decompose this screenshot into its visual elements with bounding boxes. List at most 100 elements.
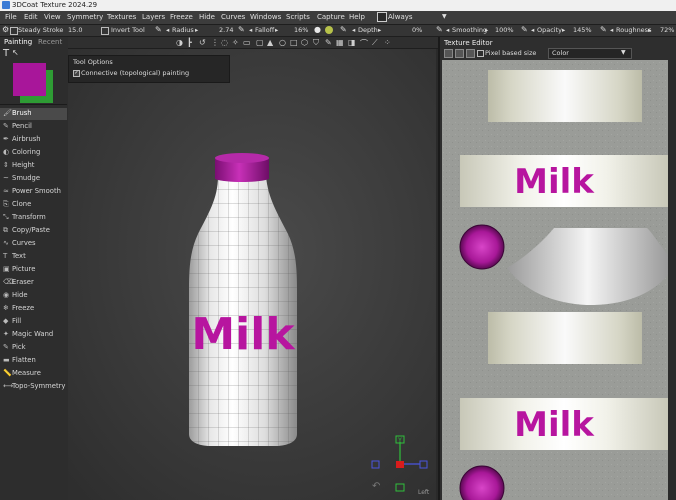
roughness-value[interactable]: 72%	[660, 26, 674, 34]
tool-topo-symmetry[interactable]: ⟷ Topo-Symmetry	[0, 381, 67, 393]
select-icon[interactable]: ▦	[336, 38, 344, 47]
tab-painting[interactable]: Painting	[4, 38, 32, 46]
opacity-arrow-left-icon[interactable]: ◂	[531, 26, 534, 34]
curve-icon[interactable]: ⌒	[360, 38, 368, 49]
measure-icon: 📏	[3, 369, 12, 377]
primary-color-swatch[interactable]	[13, 63, 46, 96]
swap-colors-icon[interactable]: ↖	[12, 48, 19, 57]
settings-icon[interactable]: ⚙	[2, 25, 9, 34]
pixel-based-checkbox[interactable]	[477, 50, 484, 57]
depth-arrow-right-icon[interactable]: ▸	[378, 26, 381, 34]
tool-text[interactable]: T Text	[0, 251, 67, 263]
pen-icon[interactable]: ✎	[325, 38, 332, 47]
always-checkbox[interactable]	[377, 12, 387, 22]
3d-viewport[interactable]: Milk Y ↶ Left	[68, 49, 436, 500]
smoothing-arrow-left-icon[interactable]: ◂	[446, 26, 449, 34]
texture-grid-icon[interactable]	[455, 49, 464, 58]
tool-magic-wand[interactable]: ✦ Magic Wand	[0, 329, 67, 341]
tool-flatten[interactable]: ▬ Flatten	[0, 355, 67, 367]
align-icon[interactable]: ┣	[187, 38, 192, 47]
menu-file[interactable]: File	[5, 13, 17, 21]
menu-freeze[interactable]: Freeze	[170, 13, 193, 21]
texture-label-text-2: Milk	[514, 405, 595, 445]
menu-view[interactable]: View	[44, 13, 61, 21]
depth-arrow-left-icon[interactable]: ◂	[352, 26, 355, 34]
menu-help[interactable]: Help	[349, 13, 365, 21]
mask-icon[interactable]: ◨	[348, 38, 356, 47]
rectangle-icon[interactable]: ▢	[256, 38, 264, 47]
steady-stroke-value[interactable]: 15.0	[68, 26, 82, 34]
tool-pencil[interactable]: ✎ Pencil	[0, 121, 67, 133]
tool-eraser[interactable]: ⌫ Eraser	[0, 277, 67, 289]
radius-arrow-left-icon[interactable]: ◂	[166, 26, 169, 34]
menu-capture[interactable]: Capture	[317, 13, 345, 21]
opacity-value[interactable]: 145%	[573, 26, 592, 34]
menu-scripts[interactable]: Scripts	[286, 13, 310, 21]
path-icon[interactable]: ⟋	[372, 38, 378, 48]
depth-color-swatch[interactable]	[325, 26, 333, 34]
depth-material-icon[interactable]: ●	[314, 25, 321, 34]
tool-freeze[interactable]: ❄ Freeze	[0, 303, 67, 315]
freeze-icon: ❄	[3, 304, 9, 312]
tool-copy-paste[interactable]: ⧉ Copy/Paste	[0, 225, 67, 237]
square-icon[interactable]: □	[290, 38, 298, 47]
circle-icon[interactable]: ○	[279, 38, 286, 47]
tool-brush[interactable]: 🖌 Brush	[0, 108, 67, 120]
tool-coloring[interactable]: ◐ Coloring	[0, 147, 67, 159]
frame-icon[interactable]: ▭	[243, 38, 251, 47]
tool-label: Measure	[12, 369, 41, 377]
tool-picture[interactable]: ▣ Picture	[0, 264, 67, 276]
stencil-icon[interactable]: ✧	[232, 38, 239, 47]
menu-symmetry[interactable]: Symmetry	[67, 13, 103, 21]
opacity-arrow-right-icon[interactable]: ▸	[562, 26, 565, 34]
radius-value[interactable]: 2.74	[219, 26, 233, 34]
menu-layers[interactable]: Layers	[142, 13, 165, 21]
tool-airbrush[interactable]: ✒ Airbrush	[0, 134, 67, 146]
lasso-icon[interactable]: ◌	[221, 38, 228, 47]
tool-fill[interactable]: ◆ Fill	[0, 316, 67, 328]
tool-transform[interactable]: ⤡ Transform	[0, 212, 67, 224]
channel-dropdown[interactable]: Color ▼	[548, 48, 632, 59]
texture-view-icon[interactable]	[466, 49, 475, 58]
steady-stroke-label: Steady Stroke	[18, 26, 64, 34]
menu-textures[interactable]: Textures	[107, 13, 136, 21]
smoothing-value[interactable]: 100%	[495, 26, 514, 34]
hide-icon: ◉	[3, 291, 10, 299]
tool-clone[interactable]: ⎘ Clone	[0, 199, 67, 211]
texture-scrollbar[interactable]	[668, 60, 676, 500]
roughness-arrow-left-icon[interactable]: ◂	[610, 26, 613, 34]
tool-smudge[interactable]: ~ Smudge	[0, 173, 67, 185]
always-dropdown-icon[interactable]: ▼	[442, 13, 447, 20]
tool-curves[interactable]: ∿ Curves	[0, 238, 67, 250]
triangle-icon[interactable]: ▲	[267, 38, 273, 47]
tool-measure[interactable]: 📏 Measure	[0, 368, 67, 380]
falloff-value[interactable]: 16%	[294, 26, 308, 34]
texture-canvas[interactable]: Milk Milk	[442, 60, 668, 500]
smoothing-arrow-right-icon[interactable]: ▸	[485, 26, 488, 34]
tool-options-bar: ⚙ Steady Stroke 15.0 Invert Tool ✎ ◂ Rad…	[0, 25, 676, 37]
radius-arrow-right-icon[interactable]: ▸	[195, 26, 198, 34]
invert-tool-checkbox[interactable]	[101, 27, 109, 35]
falloff-arrow-right-icon[interactable]: ▸	[275, 26, 278, 34]
tool-hide[interactable]: ◉ Hide	[0, 290, 67, 302]
steady-stroke-checkbox[interactable]	[10, 27, 18, 35]
material-sphere-icon[interactable]: ◑	[176, 38, 183, 47]
roughness-arrow-right-icon[interactable]: ▸	[648, 26, 651, 34]
falloff-arrow-left-icon[interactable]: ◂	[249, 26, 252, 34]
tab-recent[interactable]: Recent	[38, 38, 62, 46]
points-icon[interactable]: ⁘	[384, 38, 391, 47]
connective-painting-checkbox[interactable]: ✓	[73, 70, 80, 77]
menu-hide[interactable]: Hide	[199, 13, 215, 21]
grid-icon[interactable]: ⋮	[211, 38, 219, 47]
tool-power-smooth[interactable]: ≈ Power Smooth	[0, 186, 67, 198]
rotate-icon[interactable]: ↺	[199, 38, 206, 47]
shield-icon[interactable]: ⛉	[313, 38, 319, 48]
menu-edit[interactable]: Edit	[24, 13, 38, 21]
cube-icon[interactable]: ⬡	[301, 38, 308, 47]
menu-windows[interactable]: Windows	[250, 13, 281, 21]
tool-pick[interactable]: ✎ Pick	[0, 342, 67, 354]
depth-value[interactable]: 0%	[412, 26, 422, 34]
menu-curves[interactable]: Curves	[221, 13, 245, 21]
tool-height[interactable]: ⇕ Height	[0, 160, 67, 172]
texture-save-icon[interactable]	[444, 49, 453, 58]
